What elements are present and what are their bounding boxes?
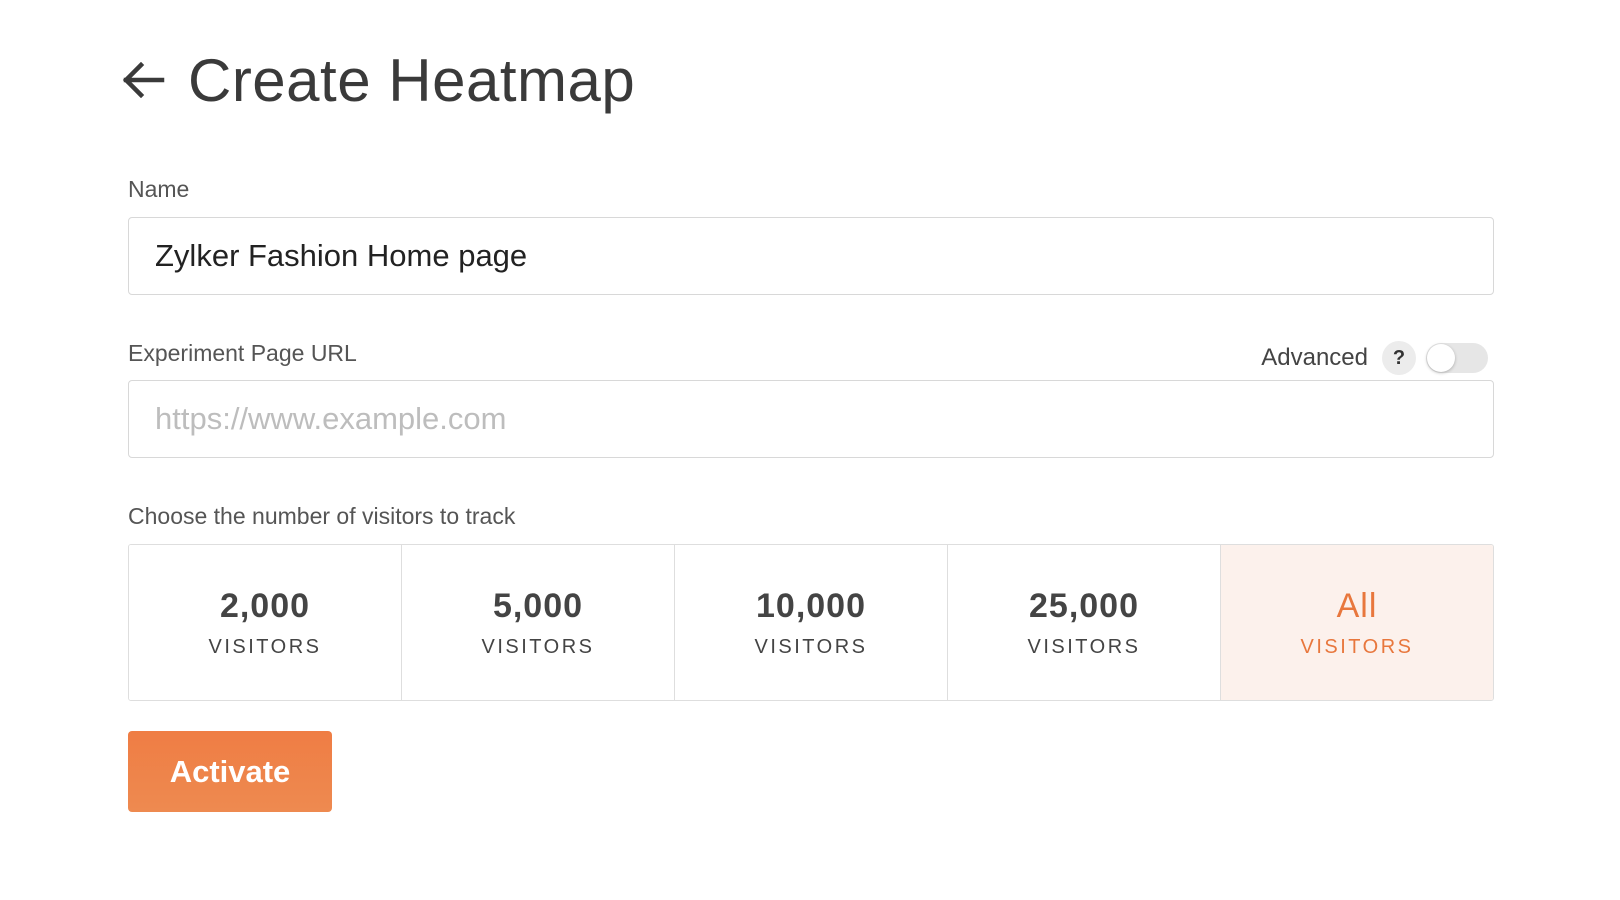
url-label: Experiment Page URL (128, 340, 357, 366)
option-unit: VISITORS (481, 635, 595, 658)
advanced-toggle[interactable] (1426, 343, 1488, 373)
option-value: 5,000 (492, 586, 584, 625)
option-value: All (1336, 586, 1378, 625)
option-unit: VISITORS (1300, 635, 1414, 658)
back-button[interactable] (118, 55, 168, 105)
page-title: Create Heatmap (188, 46, 636, 114)
name-input[interactable] (128, 217, 1494, 295)
page-header: Create Heatmap (118, 40, 635, 120)
option-unit: VISITORS (1027, 635, 1141, 658)
option-value: 25,000 (1029, 586, 1139, 625)
option-value: 10,000 (756, 586, 866, 625)
visitors-label: Choose the number of visitors to track (128, 503, 516, 529)
option-unit: VISITORS (208, 635, 322, 658)
option-value: 2,000 (219, 586, 311, 625)
visitor-option-25000[interactable]: 25,000 VISITORS (948, 545, 1221, 700)
help-icon[interactable]: ? (1382, 341, 1416, 375)
toggle-knob (1427, 344, 1455, 372)
name-label: Name (128, 176, 190, 202)
activate-button[interactable]: Activate (128, 731, 332, 812)
visitor-option-5000[interactable]: 5,000 VISITORS (402, 545, 675, 700)
visitor-option-2000[interactable]: 2,000 VISITORS (129, 545, 402, 700)
visitor-option-10000[interactable]: 10,000 VISITORS (675, 545, 948, 700)
arrow-left-icon (122, 62, 165, 98)
option-unit: VISITORS (754, 635, 868, 658)
advanced-label: Advanced (1261, 344, 1368, 371)
visitor-options: 2,000 VISITORS 5,000 VISITORS 10,000 VIS… (128, 544, 1494, 701)
visitor-option-all[interactable]: All VISITORS (1221, 545, 1493, 700)
url-input[interactable] (128, 380, 1494, 458)
advanced-control: Advanced ? (1261, 340, 1488, 376)
